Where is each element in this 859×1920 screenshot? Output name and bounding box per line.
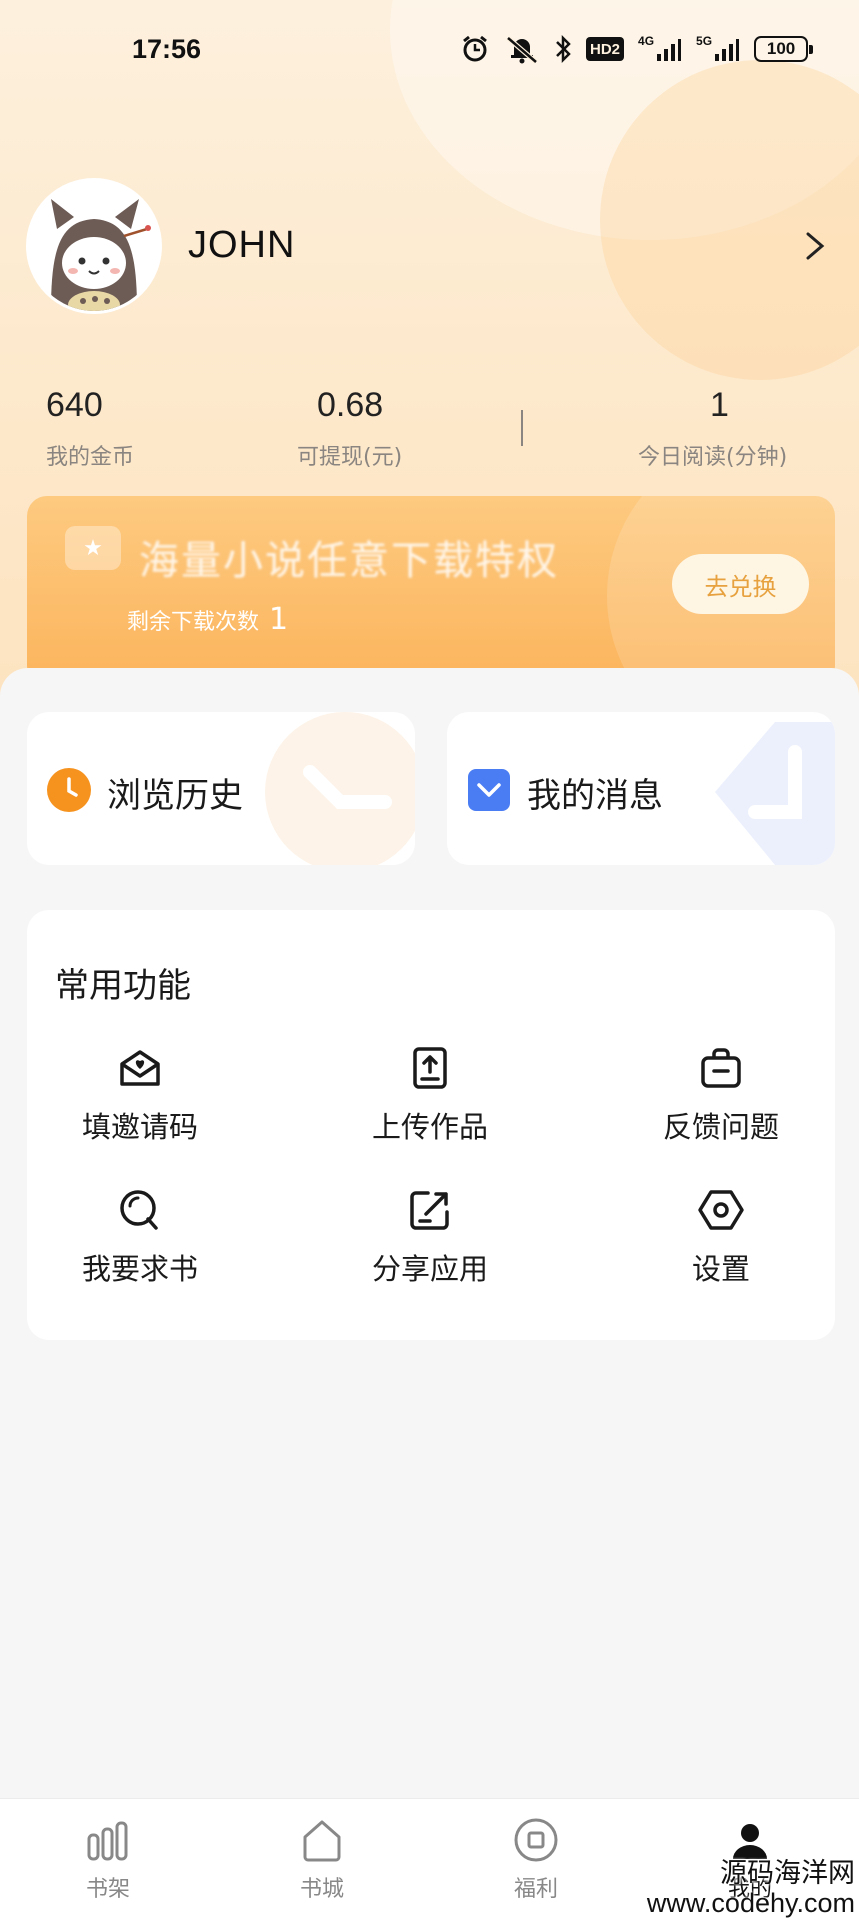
my-messages-card[interactable]: 我的消息 (447, 712, 835, 865)
promo-subtitle: 剩余下载次数 1 (127, 602, 288, 637)
divider (521, 410, 523, 446)
status-icons: HD2 4G 5G 100 (460, 32, 814, 66)
stat-withdrawable[interactable]: 0.68 可提现(元) (297, 386, 402, 471)
settings-hexagon-icon (698, 1190, 744, 1230)
my-messages-label: 我的消息 (527, 776, 663, 816)
stat-value: 640 (46, 386, 103, 424)
nav-welfare[interactable]: 福利 (476, 1815, 596, 1903)
avatar[interactable] (26, 178, 162, 314)
alarm-icon (460, 34, 490, 64)
stat-label: 我的金币 (46, 445, 135, 470)
promo-title: 海量小说任意下载特权 (139, 538, 559, 584)
clock-icon (47, 768, 91, 812)
message-decoration-icon (715, 722, 835, 865)
nav-label: 书城 (299, 1877, 344, 1902)
chevron-right-icon[interactable] (800, 226, 830, 266)
common-functions-card: 常用功能 填邀请码 上传作品 反馈问题 我要求书 分享应用 设置 (27, 910, 835, 1340)
tool-feedback[interactable]: 反馈问题 (621, 1044, 821, 1146)
status-bar: 17:56 HD2 4G 5G 100 (0, 0, 859, 100)
welfare-icon (514, 1818, 558, 1862)
nav-bookshelf[interactable]: 书架 (48, 1815, 168, 1903)
battery-icon: 100 (754, 36, 814, 62)
stat-reading-time[interactable]: 1 今日阅读(分钟) (638, 386, 787, 471)
tool-upload-work[interactable]: 上传作品 (330, 1044, 530, 1146)
share-icon (410, 1191, 449, 1230)
browse-history-label: 浏览历史 (107, 776, 243, 816)
promo-download-count: 1 (269, 602, 289, 637)
star-icon: ★ (65, 526, 121, 570)
download-privilege-banner[interactable]: ★ 海量小说任意下载特权 剩余下载次数 1 去兑换 (27, 496, 835, 686)
4g-signal-icon: 4G (638, 34, 682, 64)
stat-label: 今日阅读(分钟) (638, 445, 788, 470)
bookstore-icon (303, 1820, 341, 1862)
upload-document-icon (413, 1047, 447, 1089)
tool-label: 设置 (691, 1252, 750, 1286)
invite-envelope-icon (120, 1050, 160, 1086)
tool-request-book[interactable]: 我要求书 (40, 1186, 240, 1288)
nav-label: 福利 (513, 1877, 558, 1902)
tool-settings[interactable]: 设置 (621, 1186, 821, 1288)
stat-value: 0.68 (317, 386, 384, 424)
tool-label: 分享应用 (371, 1252, 488, 1286)
watermark-line2: www.codehy.com (646, 1888, 855, 1918)
hd-icon: HD2 (586, 37, 625, 61)
nav-label: 书架 (85, 1877, 130, 1902)
message-check-icon (468, 769, 510, 811)
bluetooth-icon (554, 34, 572, 64)
redeem-button[interactable]: 去兑换 (672, 554, 809, 614)
username[interactable]: JOHN (188, 224, 295, 267)
feedback-bag-icon (701, 1048, 741, 1088)
tool-label: 填邀请码 (81, 1110, 198, 1144)
stat-coins[interactable]: 640 我的金币 (46, 386, 134, 471)
mute-icon (504, 34, 540, 64)
clock-decoration-icon (265, 712, 415, 865)
browse-history-card[interactable]: 浏览历史 (27, 712, 415, 865)
stat-value: 1 (710, 386, 729, 424)
5g-signal-icon: 5G (696, 34, 740, 64)
nav-bookstore[interactable]: 书城 (262, 1815, 382, 1903)
watermark: 源码海洋网 www.codehy.com (640, 1858, 855, 1918)
stat-label: 可提现(元) (297, 445, 403, 470)
tool-label: 上传作品 (371, 1110, 488, 1144)
tool-share-app[interactable]: 分享应用 (330, 1186, 530, 1288)
tool-label: 反馈问题 (662, 1110, 779, 1144)
status-time: 17:56 (132, 34, 202, 64)
section-title: 常用功能 (55, 966, 191, 1006)
tool-invite-code[interactable]: 填邀请码 (40, 1044, 240, 1146)
tool-label: 我要求书 (81, 1252, 198, 1286)
watermark-line1: 源码海洋网 (720, 1858, 855, 1888)
promo-subtitle-label: 剩余下载次数 (127, 610, 260, 635)
search-request-icon (120, 1190, 158, 1230)
bookshelf-icon (87, 1821, 128, 1861)
